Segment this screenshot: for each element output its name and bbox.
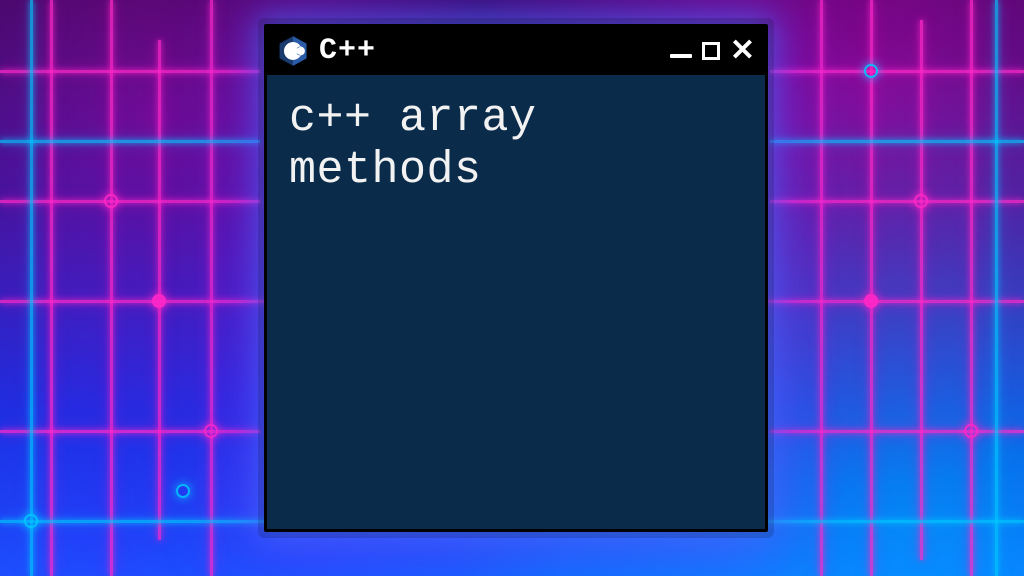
close-button[interactable]: ✕ xyxy=(730,36,755,66)
terminal-window: C++ ✕ c++ array methods xyxy=(264,24,768,532)
cpp-logo-icon xyxy=(277,35,309,67)
titlebar[interactable]: C++ ✕ xyxy=(267,27,765,75)
maximize-button[interactable] xyxy=(702,42,720,60)
content-text: c++ array methods xyxy=(289,93,743,197)
window-controls: ✕ xyxy=(670,36,755,66)
window-title: C++ xyxy=(319,34,376,68)
minimize-button[interactable] xyxy=(670,44,692,58)
window-body: c++ array methods xyxy=(267,75,765,529)
